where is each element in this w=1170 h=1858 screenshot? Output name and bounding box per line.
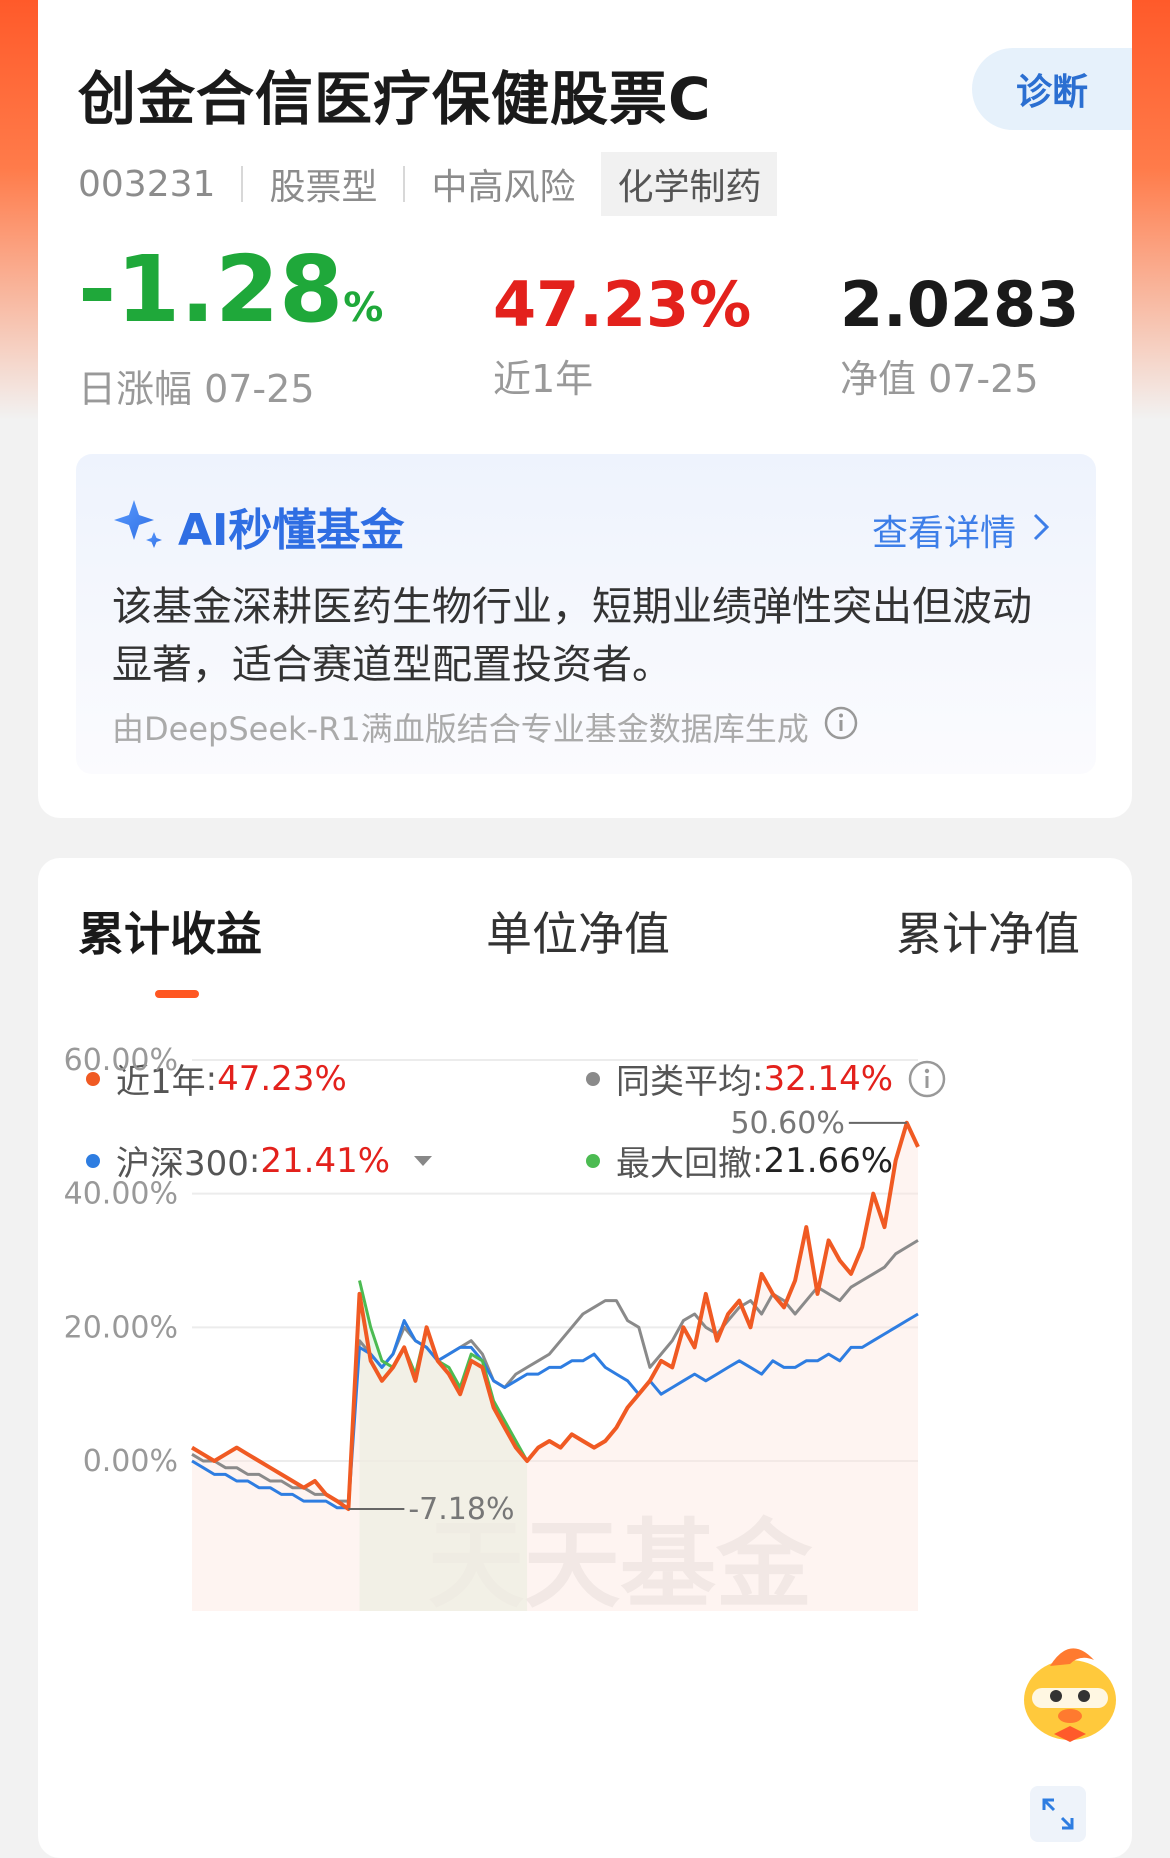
risk-level: 中高风险 [431,167,576,208]
ai-source: 由DeepSeek-R1满血版结合专业基金数据库生成 [112,704,859,750]
divider [241,166,244,202]
daily-change-stat: -1.28% 日涨幅 07-25 [78,240,383,413]
daily-change-value: -1.28% [78,236,384,343]
fund-meta: 003231 股票型 中高风险 化学制药 [78,152,778,216]
chevron-right-icon [1032,510,1050,551]
header-gradient-left [0,0,40,420]
mascot-assistant[interactable] [1010,1630,1130,1750]
sector-tag[interactable]: 化学制药 [601,152,778,216]
header-gradient-right [1130,0,1170,420]
expand-icon [1038,1794,1078,1834]
expand-chart-button[interactable] [1030,1786,1086,1842]
ai-source-text: 由DeepSeek-R1满血版结合专业基金数据库生成 [112,710,809,748]
ai-title: AI秒懂基金 [178,505,405,556]
y-tick-label: 20.00% [64,1310,178,1345]
ai-summary-box[interactable]: AI秒懂基金 查看详情 该基金深耕医药生物行业，短期业绩弹性突出但波动显著，适合… [76,454,1096,774]
ai-header: AI秒懂基金 [110,494,404,558]
y-tick-label: 0.00% [83,1444,178,1479]
sparkle-icon [110,496,166,556]
one-year-label: 近1年 [493,357,594,401]
ai-summary-text: 该基金深耕医药生物行业，短期业绩弹性突出但波动显著，适合赛道型配置投资者。 [112,584,1032,688]
fund-summary-card: 创金合信医疗保健股票C 诊断 003231 股票型 中高风险 化学制药 -1.2… [38,0,1132,818]
ai-view-details-label: 查看详情 [871,513,1016,554]
max-return-label: 50.60% [730,1106,844,1141]
one-year-value: 47.23% [493,268,752,341]
cumulative-return-chart[interactable]: 60.00%40.00%20.00%0.00% 天天基金 50.60%-7.18… [38,858,1132,1858]
divider [403,166,406,202]
ai-view-details-link[interactable]: 查看详情 [872,504,1050,556]
y-tick-label: 60.00% [64,1043,178,1078]
one-year-stat: 47.23% 近1年 [493,270,751,403]
fund-type: 股票型 [269,167,378,208]
fund-name: 创金合信医疗保健股票C [78,65,712,133]
nav-value: 2.0283 [840,268,1080,341]
y-tick-label: 40.00% [64,1177,178,1212]
fund-code: 003231 [78,163,216,205]
nav-label: 净值 07-25 [840,357,1039,401]
nav-stat: 2.0283 净值 07-25 [840,270,1079,403]
min-return-label: -7.18% [408,1492,514,1527]
daily-change-label: 日涨幅 07-25 [78,367,315,411]
info-icon[interactable] [823,705,859,749]
performance-card: 累计收益 单位净值 累计净值 近1年:47.23% 同类平均:32.14% 沪深… [38,858,1132,1858]
diagnose-button[interactable]: 诊断 [972,48,1132,130]
